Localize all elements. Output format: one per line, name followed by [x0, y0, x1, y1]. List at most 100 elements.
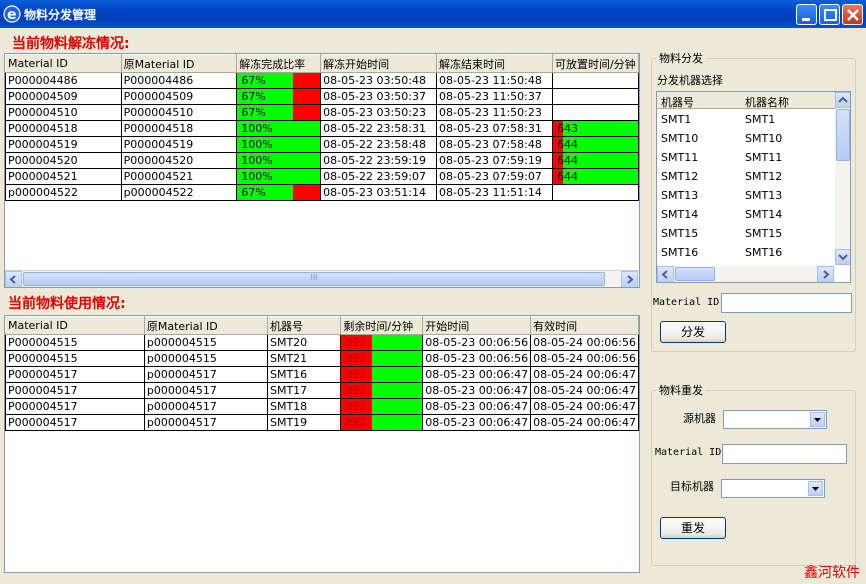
usage-start-cell: 08-05-23 00:06:47 [422, 398, 532, 415]
avail-text: 644 [556, 170, 578, 183]
target-machine-select[interactable] [721, 479, 825, 498]
title-bar[interactable]: e 物料分发管理 [0, 0, 866, 28]
thaw-ratio-cell: 67% [236, 104, 322, 121]
remain-left-fill [372, 351, 422, 366]
usage-row[interactable]: P000004515 p000004515 SMT21 892 08-05-23 00:… [5, 350, 639, 367]
col-machine-name[interactable]: 机器名称 [745, 94, 789, 110]
remain-text: 892 [345, 384, 367, 397]
col-machine-no[interactable]: 机器号 [661, 94, 694, 110]
machine-listview[interactable]: 机器号 机器名称 SMT1 SMT1 SMT10 SMT10 SMT11 SMT11 SMT… [656, 91, 851, 283]
usage-start-cell: 08-05-23 00:06:56 [422, 350, 532, 367]
machine-vscrollbar[interactable] [835, 92, 850, 266]
machine-name-text: SMT15 [745, 227, 783, 240]
avail-text: 644 [556, 154, 578, 167]
usage-col-header[interactable]: 原Material ID [143, 316, 268, 335]
scroll-right-button[interactable] [621, 271, 638, 287]
usage-row[interactable]: P000004517 p000004517 SMT16 892 08-05-23 00:… [5, 366, 639, 383]
orig-material-id-cell: P000004510 [120, 104, 238, 121]
machine-list-item[interactable]: SMT13 SMT13 [657, 186, 835, 205]
machine-list-item[interactable]: SMT10 SMT10 [657, 129, 835, 148]
machine-hscrollbar[interactable] [657, 266, 835, 282]
usage-row[interactable]: P000004517 p000004517 SMT17 892 08-05-23 00:… [5, 382, 639, 399]
usage-start-cell: 08-05-23 00:06:47 [422, 366, 532, 383]
avail-text [555, 186, 557, 199]
remaining-time-cell: 892 [340, 414, 424, 431]
avail-time-cell: 644 [551, 136, 639, 153]
target-machine-label: 目标机器 [670, 480, 714, 493]
ratio-text: 67% [241, 90, 266, 103]
remain-text: 892 [345, 352, 367, 365]
machine-list-item[interactable]: SMT12 SMT12 [657, 167, 835, 186]
thaw-col-header[interactable]: 解冻开始时间 [320, 54, 438, 73]
remain-text: 892 [345, 416, 367, 429]
thaw-col-header[interactable]: 原Material ID [120, 54, 238, 73]
source-dropdown-button[interactable] [810, 412, 825, 427]
minimize-button[interactable] [796, 4, 817, 25]
thaw-row[interactable]: P000004521 P000004521 100% 08-05-22 23:59:0… [5, 168, 639, 185]
machine-scroll-left-button[interactable] [657, 266, 674, 282]
target-dropdown-button[interactable] [808, 481, 823, 496]
close-button[interactable] [842, 4, 863, 25]
usage-col-header[interactable]: 开始时间 [422, 316, 532, 335]
valid-time-cell: 08-05-24 00:06:47 [530, 414, 639, 431]
machine-list-item[interactable]: SMT14 SMT14 [657, 205, 835, 224]
thaw-row[interactable]: P000004519 P000004519 100% 08-05-22 23:58:4… [5, 136, 639, 153]
distribute-material-id-input[interactable] [721, 293, 852, 313]
thaw-row[interactable]: P000004520 P000004520 100% 08-05-22 23:59:1… [5, 152, 639, 169]
orig-material-id-cell: P000004518 [120, 120, 238, 137]
thaw-row[interactable]: P000004486 P000004486 67% 08-05-23 03:50:48… [5, 72, 639, 89]
usage-section-title: 当前物料使用情况: [8, 296, 126, 312]
thaw-scroll-thumb[interactable]: III [23, 272, 605, 286]
machine-scroll-right-button[interactable] [817, 266, 834, 282]
thaw-row[interactable]: P000004518 P000004518 100% 08-05-22 23:58:3… [5, 120, 639, 137]
thaw-ratio-cell: 100% [236, 120, 322, 137]
thaw-col-header[interactable]: 解冻完成比率 [236, 54, 322, 73]
scroll-left-button[interactable] [5, 271, 22, 287]
machine-list-item[interactable]: SMT15 SMT15 [657, 224, 835, 243]
brand-watermark: 鑫河软件 [804, 565, 860, 581]
scroll-up-button[interactable] [835, 92, 850, 108]
valid-time-cell: 08-05-24 00:06:47 [530, 366, 639, 383]
thaw-grid[interactable]: Material ID 原Material ID 解冻完成比率 解冻开始时间 解冻结束时… [4, 53, 640, 288]
distribute-group-label: 物料分发 [656, 50, 706, 66]
usage-row[interactable]: P000004515 p000004515 SMT20 892 08-05-23 00:… [5, 334, 639, 351]
thaw-row[interactable]: P000004509 P000004509 67% 08-05-23 03:50:37… [5, 88, 639, 105]
distribute-button[interactable]: 分发 [660, 321, 726, 343]
thaw-ratio-cell: 67% [236, 88, 322, 105]
arrow-right-icon [823, 270, 830, 279]
machine-list-item[interactable]: SMT11 SMT11 [657, 148, 835, 167]
orig-material-id-cell: p000004515 [143, 350, 268, 367]
thaw-col-header[interactable]: Material ID [5, 54, 122, 73]
usage-col-header[interactable]: Material ID [5, 316, 145, 335]
machine-vscroll-thumb[interactable] [836, 109, 850, 161]
material-id-cell: P000004509 [5, 88, 122, 105]
thaw-col-header[interactable]: 可放置时间/分钟 [551, 54, 639, 73]
ratio-text: 100% [241, 170, 273, 183]
usage-start-cell: 08-05-23 00:06:56 [422, 334, 532, 351]
usage-col-header[interactable]: 剩余时间/分钟 [340, 316, 424, 335]
machine-hscroll-thumb[interactable] [675, 267, 715, 281]
machine-list-item[interactable]: SMT1 SMT1 [657, 110, 835, 129]
thaw-row[interactable]: P000004510 P000004510 67% 08-05-23 03:50:23… [5, 104, 639, 121]
usage-row[interactable]: P000004517 p000004517 SMT18 892 08-05-23 00:… [5, 398, 639, 415]
machine-list-item[interactable]: SMT16 SMT16 [657, 243, 835, 262]
thaw-col-header[interactable]: 解冻结束时间 [436, 54, 553, 73]
thaw-hscrollbar[interactable]: III [5, 270, 639, 287]
material-id-cell: P000004518 [5, 120, 122, 137]
resend-button[interactable]: 重发 [660, 517, 726, 539]
usage-col-header[interactable]: 机器号 [266, 316, 342, 335]
machine-name-text: SMT1 [745, 113, 776, 126]
usage-col-header[interactable]: 有效时间 [530, 316, 639, 335]
resend-material-id-input[interactable] [722, 444, 847, 464]
ratio-remaining-fill [292, 105, 320, 120]
usage-row[interactable]: P000004517 p000004517 SMT19 892 08-05-23 00:… [5, 414, 639, 431]
scroll-down-button[interactable] [835, 249, 850, 265]
close-icon [847, 9, 859, 21]
source-machine-select[interactable] [723, 410, 827, 429]
maximize-button[interactable] [819, 4, 840, 25]
thaw-ratio-cell: 100% [236, 168, 322, 185]
machine-select-label: 分发机器选择 [657, 74, 723, 87]
thaw-row[interactable]: p000004522 p000004522 67% 08-05-23 03:51:14… [5, 184, 639, 201]
valid-time-cell: 08-05-24 00:06:56 [530, 334, 639, 351]
usage-grid[interactable]: Material ID 原Material ID 机器号 剩余时间/分钟 开始时间 有效时… [4, 315, 640, 573]
